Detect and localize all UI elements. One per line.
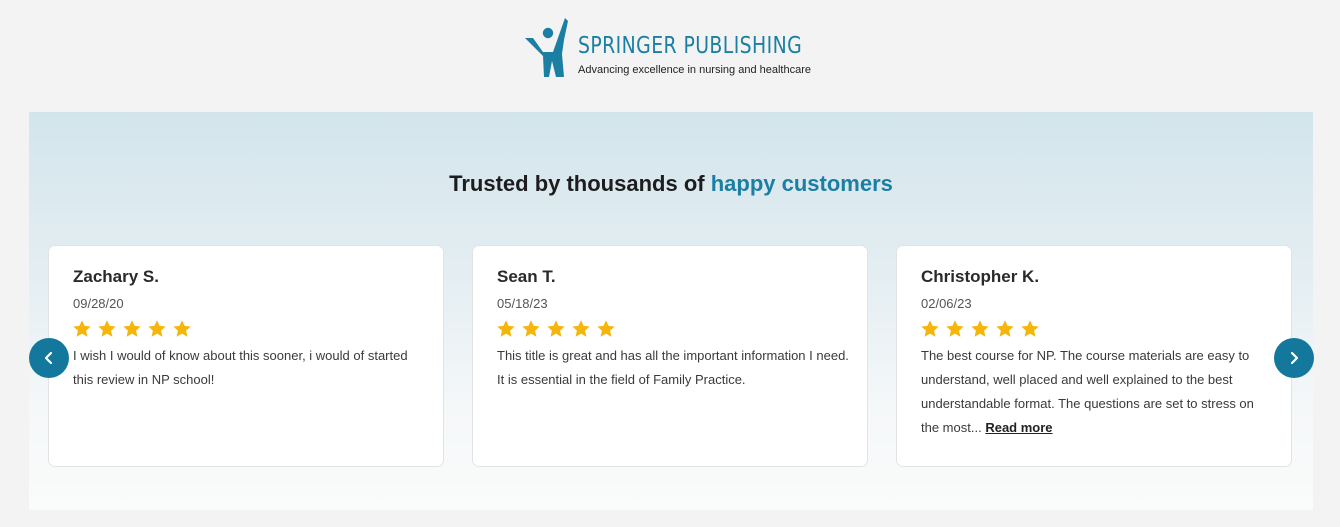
review-date: 09/28/20 [73, 296, 124, 311]
star-icon [946, 320, 964, 337]
review-card: Zachary S. 09/28/20 I wish I would of kn… [48, 245, 444, 467]
review-text: This title is great and has all the impo… [497, 348, 849, 387]
reviewer-name: Sean T. [497, 267, 556, 286]
review-date: 02/06/23 [921, 296, 972, 311]
section-heading: Trusted by thousands of happy customers [29, 170, 1313, 198]
reviewer-name: Christopher K. [921, 267, 1040, 286]
carousel-prev-button[interactable] [29, 338, 69, 378]
review-text-body: The best course for NP. The course mater… [921, 348, 1254, 435]
brand-name: SPRINGER PUBLISHING [578, 33, 803, 59]
testimonials-section: Trusted by thousands of happy customers … [29, 112, 1314, 510]
review-date: 05/18/23 [497, 296, 548, 311]
star-icon [572, 320, 590, 337]
star-icon [98, 320, 116, 337]
review-text: The best course for NP. The course mater… [921, 344, 1273, 440]
chevron-right-icon [1290, 351, 1299, 365]
star-icon [1021, 320, 1039, 337]
star-icon [497, 320, 515, 337]
carousel-next-button[interactable] [1274, 338, 1314, 378]
star-icon [921, 320, 939, 337]
heading-accent: happy customers [710, 171, 893, 196]
springer-publishing-logo[interactable]: SPRINGER PUBLISHING Advancing excellence… [522, 16, 822, 80]
star-icon [522, 320, 540, 337]
raised-arms-person-icon [525, 18, 568, 77]
chevron-left-icon [44, 351, 53, 365]
read-more-link[interactable]: Read more [985, 420, 1052, 435]
star-rating [496, 319, 616, 339]
star-icon [123, 320, 141, 337]
site-header: SPRINGER PUBLISHING Advancing excellence… [0, 0, 1340, 112]
star-icon [173, 320, 191, 337]
heading-prefix: Trusted by thousands of [449, 171, 711, 196]
review-card: Sean T. 05/18/23 This title is great and… [472, 245, 868, 467]
brand-tagline: Advancing excellence in nursing and heal… [578, 64, 811, 76]
star-icon [597, 320, 615, 337]
star-rating [920, 319, 1040, 339]
review-text: I wish I would of know about this sooner… [73, 348, 408, 387]
star-icon [547, 320, 565, 337]
star-icon [148, 320, 166, 337]
reviewer-name: Zachary S. [73, 267, 159, 286]
review-card: Christopher K. 02/06/23 The best course … [896, 245, 1292, 467]
star-icon [73, 320, 91, 337]
star-icon [971, 320, 989, 337]
star-icon [996, 320, 1014, 337]
star-rating [72, 319, 192, 339]
